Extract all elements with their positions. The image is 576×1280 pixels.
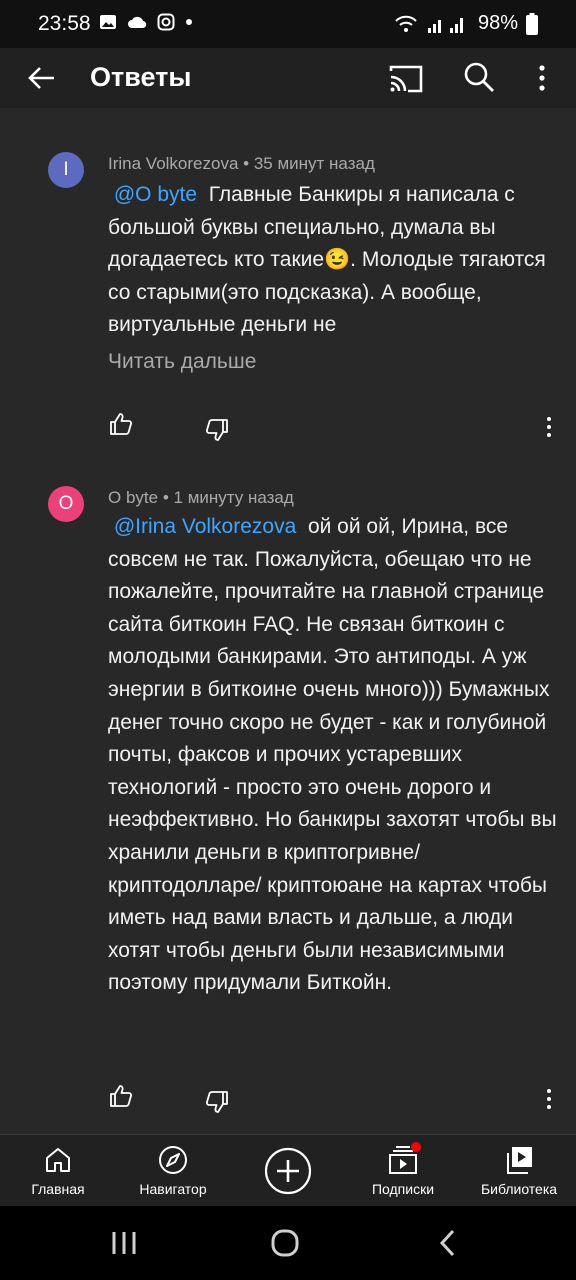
comment-more-icon[interactable] (540, 1086, 558, 1112)
create-icon[interactable] (264, 1147, 312, 1195)
comment-text: @O byte Главные Банкиры я написала с бол… (108, 179, 558, 342)
search-icon[interactable] (461, 59, 497, 95)
dot-icon (186, 19, 192, 25)
nav-subscriptions-label: Подписки (371, 1181, 435, 1197)
library-icon (507, 1147, 532, 1174)
cast-icon[interactable] (388, 61, 424, 95)
comment-body: ой ой ой, Ирина, все совсем не так. Пожа… (108, 515, 557, 995)
comment-meta: Irina Volkorezova • 35 минут назад (108, 154, 375, 174)
avatar[interactable]: O (48, 486, 84, 522)
nav-home[interactable]: Главная (18, 1135, 98, 1207)
comment-meta: O byte • 1 минуту назад (108, 488, 294, 508)
nav-library[interactable]: Библиотека (470, 1135, 568, 1207)
comment-text: @Irina Volkorezova ой ой ой, Ирина, все … (108, 511, 558, 1000)
comment-time: 1 минуту назад (173, 488, 294, 507)
page-title: Ответы (90, 62, 192, 92)
thumbs-down-icon[interactable] (204, 1089, 230, 1115)
more-vert-icon[interactable] (530, 60, 554, 96)
meta-separator: • (162, 488, 174, 507)
gallery-icon (100, 15, 116, 29)
home-circle-icon[interactable] (270, 1228, 300, 1258)
nav-home-label: Главная (31, 1181, 85, 1197)
app-bar: Ответы (0, 48, 576, 108)
nav-explore-label: Навигатор (139, 1181, 207, 1197)
system-nav-bar (0, 1206, 576, 1280)
status-time: 23:58 (38, 12, 91, 35)
nav-subscriptions[interactable]: Подписки (358, 1135, 448, 1207)
avatar[interactable]: I (48, 152, 84, 188)
signal-icon (427, 17, 463, 33)
thumbs-down-icon[interactable] (204, 417, 230, 443)
battery-percent: 98% (477, 12, 518, 34)
read-more-link[interactable]: Читать дальше (108, 350, 256, 374)
cloud-icon (128, 16, 147, 29)
comment-item: O O byte • 1 минуту назад @Irina Volkore… (0, 468, 576, 1134)
back-arrow-icon[interactable] (24, 60, 60, 96)
comment-item: I Irina Volkorezova • 35 минут назад @O … (0, 108, 576, 468)
notification-dot (411, 1142, 421, 1152)
recents-icon[interactable] (110, 1228, 138, 1258)
battery-icon (526, 12, 538, 35)
comment-author[interactable]: O byte (108, 488, 158, 507)
subscriptions-icon (389, 1142, 421, 1174)
comment-time: 35 минут назад (253, 154, 375, 173)
comment-author[interactable]: Irina Volkorezova (108, 154, 238, 173)
wifi-icon (395, 15, 417, 32)
bottom-nav: Главная Навигатор Подписки Библиотека (0, 1134, 576, 1206)
thumbs-up-icon[interactable] (108, 1083, 134, 1109)
comment-body: Главные Банкиры я написала с большой бук… (108, 183, 546, 337)
back-chevron-icon[interactable] (436, 1228, 458, 1258)
instagram-icon (157, 13, 175, 31)
compass-icon (159, 1146, 187, 1174)
status-bar: 23:58 98% (0, 0, 576, 48)
thumbs-up-icon[interactable] (108, 411, 134, 437)
mention-link[interactable]: @Irina Volkorezova (108, 515, 296, 538)
nav-library-label: Библиотека (480, 1181, 558, 1197)
nav-explore[interactable]: Навигатор (128, 1135, 218, 1207)
comment-more-icon[interactable] (540, 414, 558, 440)
home-icon (46, 1148, 70, 1172)
meta-separator: • (243, 154, 254, 173)
mention-link[interactable]: @O byte (108, 183, 197, 206)
